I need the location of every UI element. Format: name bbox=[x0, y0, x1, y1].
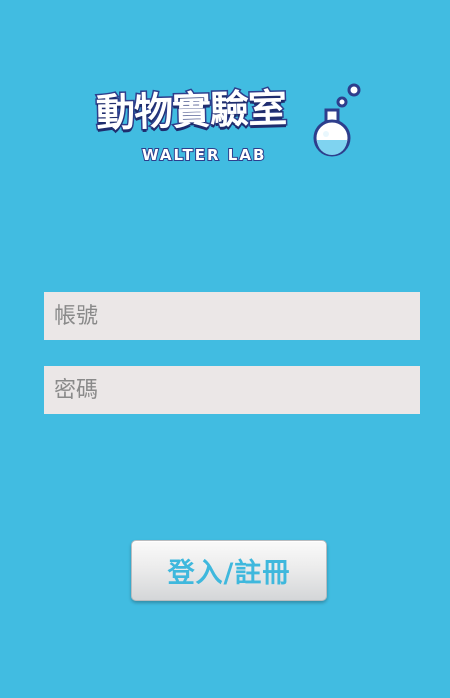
app-logo-subtitle: WALTER LAB bbox=[141, 145, 267, 165]
account-input[interactable] bbox=[44, 292, 420, 340]
password-input[interactable] bbox=[44, 366, 420, 414]
login-register-button[interactable]: 登入/註冊 bbox=[131, 540, 327, 601]
login-screen: 動物實驗室 WALTER LAB 登入/註冊 bbox=[0, 0, 450, 698]
app-logo-title: 動物實驗室 bbox=[94, 85, 288, 138]
app-logo: 動物實驗室 WALTER LAB bbox=[92, 72, 367, 172]
flask-icon bbox=[313, 83, 361, 157]
